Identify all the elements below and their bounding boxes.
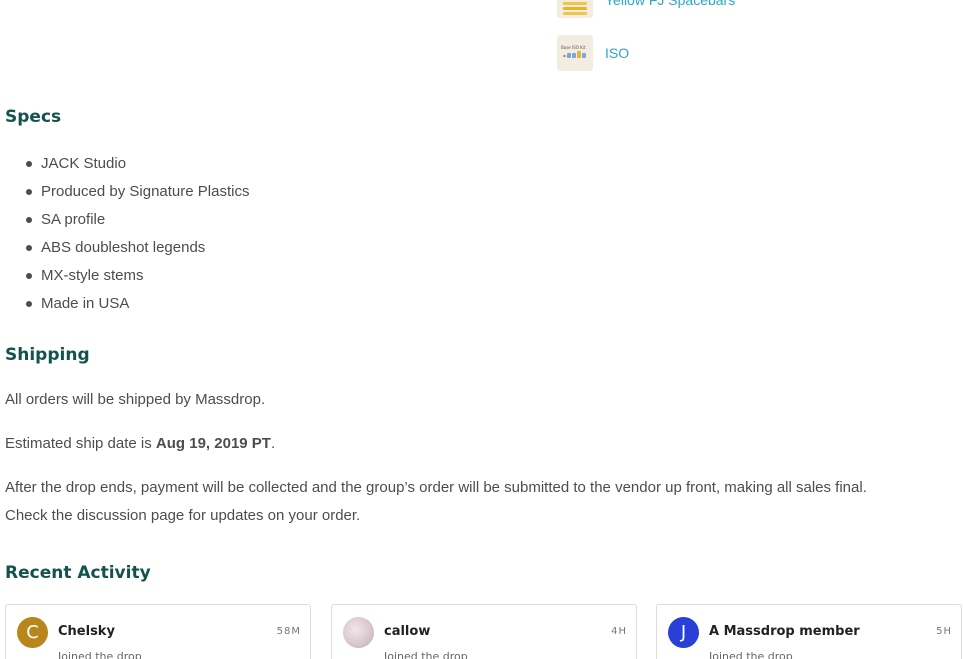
activity-time: 5H — [936, 626, 952, 637]
shipping-info: All orders will be shipped by Massdrop. — [5, 391, 266, 408]
shipping-heading: Shipping — [5, 345, 90, 365]
payment-info: After the drop ends, payment will be col… — [5, 479, 867, 496]
activity-time: 58M — [276, 626, 301, 637]
addon-iso[interactable]: Base ISO Kit ISO — [557, 35, 629, 71]
spacebar-thumbnail — [557, 0, 593, 18]
activity-action: Joined the drop — [384, 650, 468, 659]
username[interactable]: A Massdrop member — [709, 624, 860, 639]
bullet-icon — [26, 189, 32, 195]
addon-yellow-fj-spacebars[interactable]: Yellow FJ Spacebars — [557, 0, 735, 18]
list-item: SA profile — [5, 206, 249, 234]
bullet-icon — [26, 301, 32, 307]
username[interactable]: callow — [384, 624, 430, 639]
activity-time: 4H — [611, 626, 627, 637]
recent-activity-heading: Recent Activity — [5, 563, 151, 583]
list-item: JACK Studio — [5, 150, 249, 178]
avatar[interactable]: C — [17, 617, 48, 648]
activity-action: Joined the drop — [709, 650, 793, 659]
ship-date-line: Estimated ship date is Aug 19, 2019 PT. — [5, 435, 276, 452]
avatar[interactable] — [343, 617, 374, 648]
bullet-icon — [26, 245, 32, 251]
specs-list: JACK Studio Produced by Signature Plasti… — [5, 150, 249, 318]
avatar[interactable]: J — [668, 617, 699, 648]
activity-action: Joined the drop — [58, 650, 142, 659]
activity-card[interactable]: J A Massdrop member 5H Joined the drop — [656, 604, 962, 659]
bullet-icon — [26, 217, 32, 223]
activity-card[interactable]: C Chelsky 58M Joined the drop — [5, 604, 311, 659]
username[interactable]: Chelsky — [58, 624, 115, 639]
list-item: ABS doubleshot legends — [5, 234, 249, 262]
addon-label[interactable]: Yellow FJ Spacebars — [605, 0, 735, 8]
bullet-icon — [26, 161, 32, 167]
activity-card[interactable]: callow 4H Joined the drop — [331, 604, 637, 659]
discussion-info: Check the discussion page for updates on… — [5, 507, 361, 524]
addon-label[interactable]: ISO — [605, 45, 629, 61]
ship-date: Aug 19, 2019 PT — [155, 435, 271, 452]
list-item: MX-style stems — [5, 262, 249, 290]
iso-keys-thumbnail: Base ISO Kit — [557, 35, 593, 71]
list-item: Made in USA — [5, 290, 249, 318]
bullet-icon — [26, 273, 32, 279]
specs-heading: Specs — [5, 107, 62, 127]
list-item: Produced by Signature Plastics — [5, 178, 249, 206]
